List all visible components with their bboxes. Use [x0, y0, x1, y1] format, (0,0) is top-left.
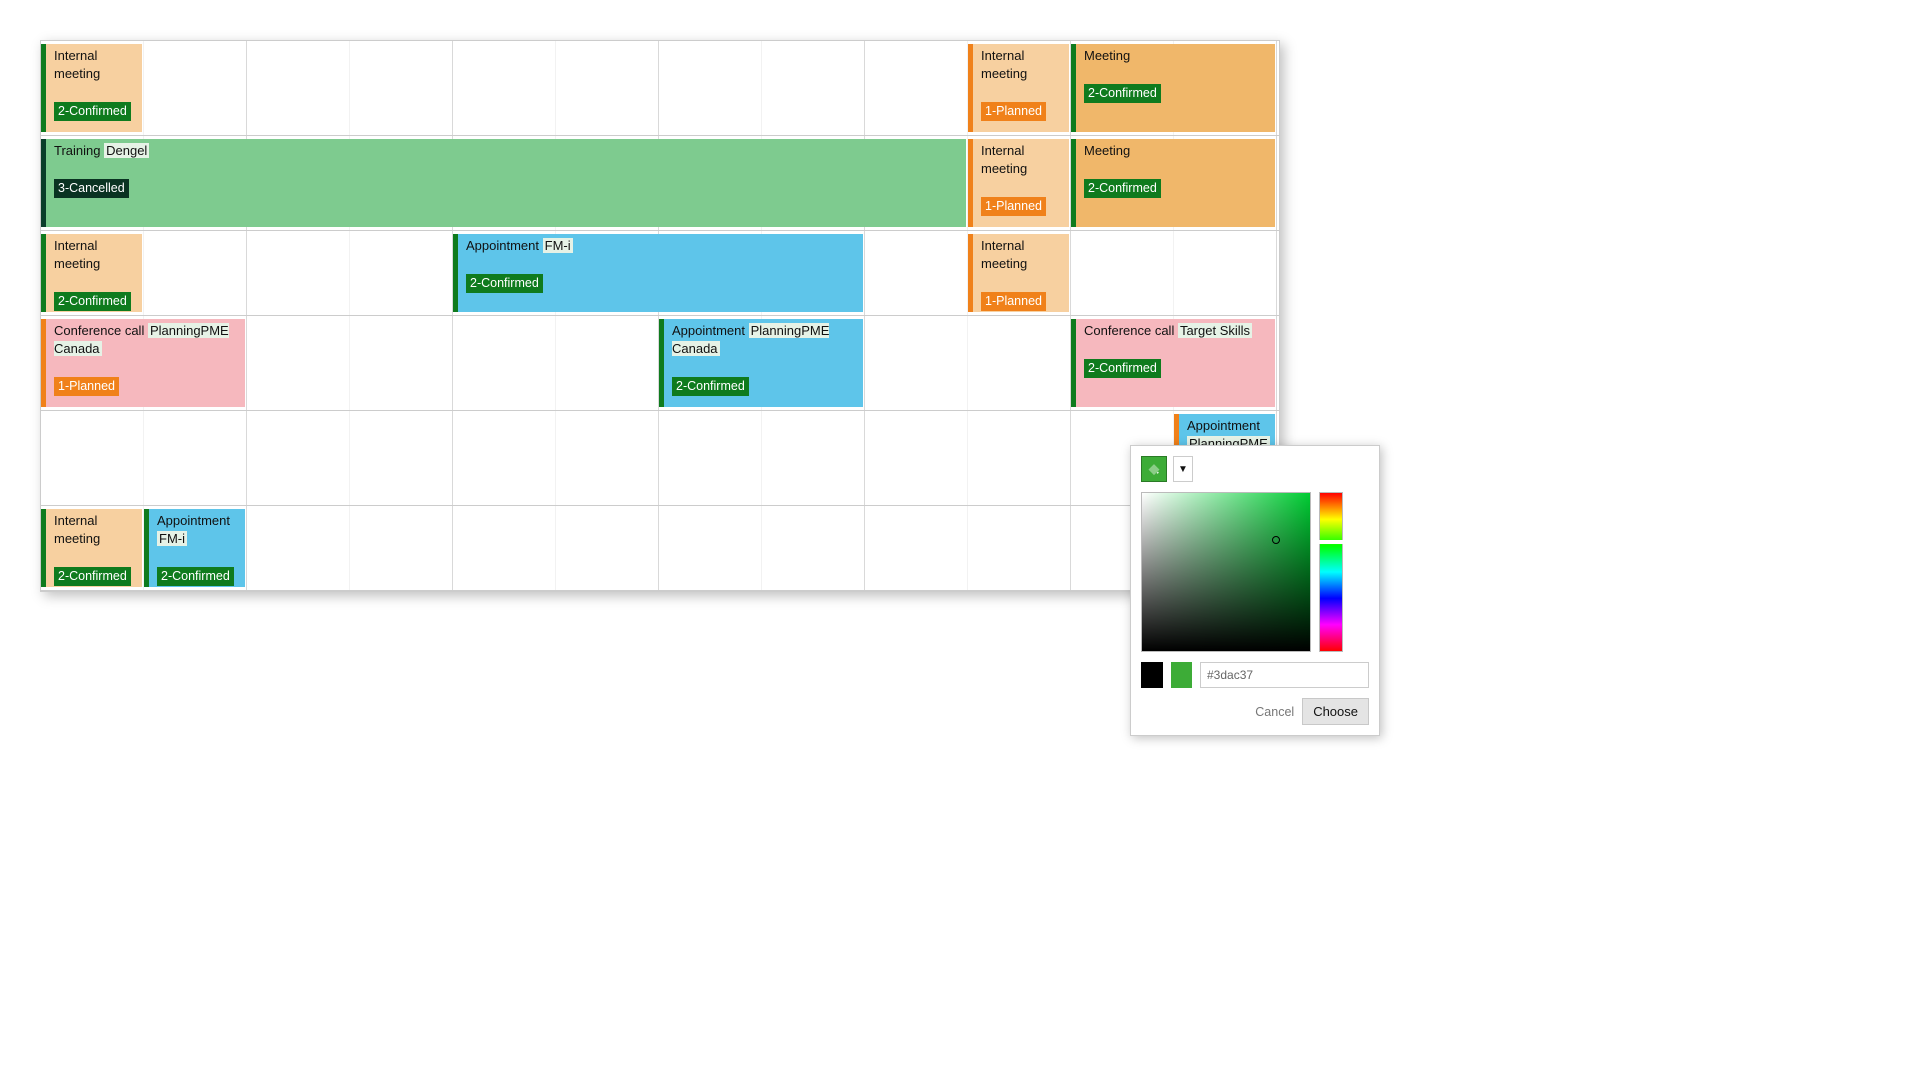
event-title-line: Appointment FM-i: [157, 512, 240, 547]
status-badge: 3-Cancelled: [54, 179, 129, 198]
hue-cursor[interactable]: [1317, 540, 1345, 544]
paint-bucket-icon: [1147, 462, 1161, 476]
hex-input[interactable]: [1200, 662, 1369, 688]
calendar-event[interactable]: Internal meeting 2-Confirmed: [41, 509, 142, 587]
scheduler-row[interactable]: Training Dengel 3-Cancelled Internal meeti…: [41, 136, 1279, 231]
event-title-line: Internal meeting: [981, 142, 1064, 177]
status-badge: 1-Planned: [981, 197, 1046, 216]
paint-bucket-button[interactable]: [1141, 456, 1167, 482]
status-badge: 1-Planned: [981, 292, 1046, 311]
event-title: Meeting: [1084, 48, 1130, 63]
event-title: Training: [54, 143, 100, 158]
event-title-line: Internal meeting: [54, 47, 137, 82]
status-badge: 2-Confirmed: [54, 102, 131, 121]
cancel-button[interactable]: Cancel: [1255, 705, 1294, 719]
event-detail: Dengel: [104, 143, 149, 158]
scheduler-row[interactable]: Internal meeting2-ConfirmedAppointment F…: [41, 506, 1279, 591]
color-dropdown-toggle[interactable]: ▼: [1173, 456, 1193, 482]
choose-button[interactable]: Choose: [1302, 698, 1369, 725]
color-picker-popup: ▼ Cancel Choose: [1130, 445, 1380, 736]
status-badge: 2-Confirmed: [54, 567, 131, 586]
event-title: Internal meeting: [54, 238, 100, 271]
calendar-event[interactable]: Appointment FM-i 2-Confirmed: [144, 509, 245, 587]
calendar-event[interactable]: Meeting 2-Confirmed: [1071, 44, 1275, 132]
event-title: Internal meeting: [981, 48, 1027, 81]
event-title: Internal meeting: [54, 513, 100, 546]
swatch-current[interactable]: [1171, 662, 1193, 688]
status-badge: 1-Planned: [54, 377, 119, 396]
chevron-down-icon: ▼: [1178, 464, 1188, 475]
scheduler-grid[interactable]: Internal meeting2-ConfirmedInternal meet…: [40, 40, 1280, 592]
event-title-line: Internal meeting: [54, 237, 137, 272]
status-badge: 2-Confirmed: [54, 292, 131, 311]
calendar-event[interactable]: Training Dengel 3-Cancelled: [41, 139, 966, 227]
status-badge: 2-Confirmed: [672, 377, 749, 396]
event-title-line: Meeting: [1084, 47, 1270, 65]
scheduler-row[interactable]: Internal meeting2-ConfirmedInternal meet…: [41, 41, 1279, 136]
status-badge: 2-Confirmed: [157, 567, 234, 586]
event-title-line: Meeting: [1084, 142, 1270, 160]
event-title: Conference call: [54, 323, 144, 338]
status-badge: 2-Confirmed: [466, 274, 543, 293]
event-title: Internal meeting: [981, 143, 1027, 176]
event-title: Appointment: [672, 323, 745, 338]
scheduler-row[interactable]: Conference call PlanningPME Canada 1-Plan…: [41, 316, 1279, 411]
event-title: Internal meeting: [981, 238, 1027, 271]
event-title-line: Training Dengel: [54, 142, 961, 160]
calendar-event[interactable]: Internal meeting 1-Planned: [968, 44, 1069, 132]
event-detail: Target Skills: [1178, 323, 1252, 338]
event-detail: FM-i: [543, 238, 573, 253]
calendar-event[interactable]: Appointment PlanningPME Canada 2-Confirme…: [659, 319, 863, 407]
scheduler-row[interactable]: Appointment PlanningPME: [41, 411, 1279, 506]
event-title-line: Appointment PlanningPME Canada: [672, 322, 858, 357]
event-title-line: Internal meeting: [981, 47, 1064, 82]
calendar-event[interactable]: Internal meeting 2-Confirmed: [41, 44, 142, 132]
calendar-event[interactable]: Appointment FM-i 2-Confirmed: [453, 234, 863, 312]
status-badge: 2-Confirmed: [1084, 359, 1161, 378]
status-badge: 2-Confirmed: [1084, 84, 1161, 103]
saturation-value-area[interactable]: [1141, 492, 1311, 652]
calendar-event[interactable]: Internal meeting 1-Planned: [968, 139, 1069, 227]
satval-cursor[interactable]: [1272, 536, 1280, 544]
event-title: Appointment: [466, 238, 539, 253]
hue-slider[interactable]: [1319, 492, 1343, 652]
event-title-line: Internal meeting: [981, 237, 1064, 272]
swatch-previous[interactable]: [1141, 662, 1163, 688]
status-badge: 1-Planned: [981, 102, 1046, 121]
event-title-line: Internal meeting: [54, 512, 137, 547]
event-title: Conference call: [1084, 323, 1174, 338]
calendar-event[interactable]: Conference call Target Skills 2-Confirmed: [1071, 319, 1275, 407]
event-title-line: Appointment FM-i: [466, 237, 858, 255]
event-title: Appointment: [1187, 418, 1260, 433]
scheduler-row[interactable]: Internal meeting2-ConfirmedAppointment F…: [41, 231, 1279, 316]
event-title: Internal meeting: [54, 48, 100, 81]
calendar-event[interactable]: Meeting 2-Confirmed: [1071, 139, 1275, 227]
event-title-line: Conference call Target Skills: [1084, 322, 1270, 340]
event-title-line: Conference call PlanningPME Canada: [54, 322, 240, 357]
status-badge: 2-Confirmed: [1084, 179, 1161, 198]
event-title: Appointment: [157, 513, 230, 528]
event-detail: FM-i: [157, 531, 187, 546]
calendar-event[interactable]: Conference call PlanningPME Canada 1-Plan…: [41, 319, 245, 407]
calendar-event[interactable]: Internal meeting 2-Confirmed: [41, 234, 142, 312]
event-title: Meeting: [1084, 143, 1130, 158]
calendar-event[interactable]: Internal meeting 1-Planned: [968, 234, 1069, 312]
